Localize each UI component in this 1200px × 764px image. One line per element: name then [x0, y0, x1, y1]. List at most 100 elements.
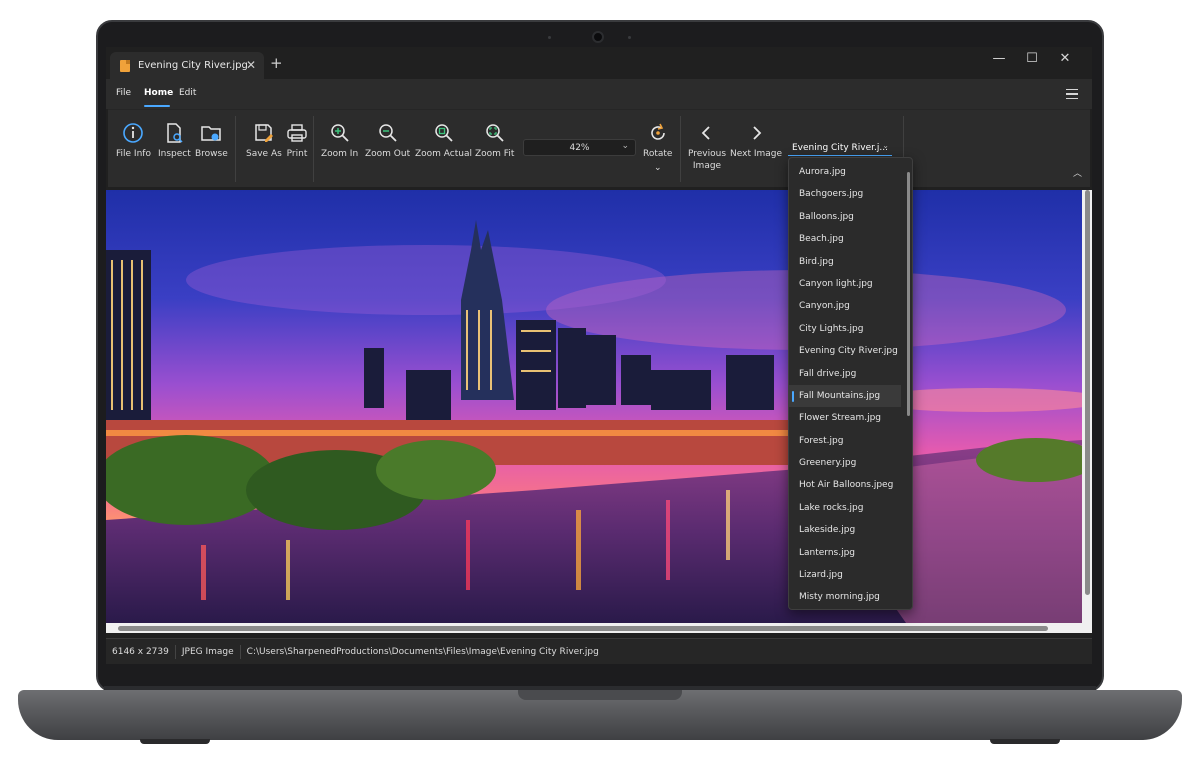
dropdown-item[interactable]: Lakeside.jpg [789, 519, 901, 541]
zoom-actual-button[interactable]: Zoom Actual [415, 120, 472, 160]
title-bar: Evening City River.jpg ✕ + — ☐ ✕ [106, 47, 1092, 79]
zoom-fit-label: Zoom Fit [475, 149, 515, 159]
dropdown-item[interactable]: Hot Air Balloons.jpeg [789, 474, 901, 496]
active-menu-indicator [144, 105, 170, 107]
rotate-icon [645, 120, 671, 146]
file-dropdown-list[interactable]: Aurora.jpg Bachgoers.jpg Balloons.jpg Beach… [788, 157, 913, 610]
zoom-actual-icon [431, 120, 457, 146]
vertical-scrollbar[interactable] [1082, 190, 1092, 633]
dropdown-item[interactable]: Lizard.jpg [789, 564, 901, 586]
zoom-actual-label: Zoom Actual [415, 149, 473, 159]
print-button[interactable]: Print [284, 120, 310, 160]
dropdown-item[interactable]: Lake rocks.jpg [789, 497, 901, 519]
dropdown-item[interactable]: Bachgoers.jpg [789, 183, 901, 205]
zoom-in-button[interactable]: Zoom In [321, 120, 358, 160]
dropdown-item[interactable]: Misty morning.jpg [789, 586, 901, 608]
dropdown-item[interactable]: Canyon.jpg [789, 295, 901, 317]
dropdown-item[interactable]: Fall drive.jpg [789, 363, 901, 385]
dropdown-item[interactable]: Canyon light.jpg [789, 273, 901, 295]
dropdown-item[interactable]: Fall Mountains.jpg [789, 384, 901, 408]
close-tab-icon[interactable]: ✕ [246, 58, 256, 72]
dropdown-item[interactable]: Forest.jpg [789, 430, 901, 452]
image-dimensions: 6146 x 2739 [106, 644, 176, 659]
menu-file[interactable]: File [116, 88, 131, 98]
inspect-document-icon [161, 120, 187, 146]
dropdown-item[interactable]: Greenery.jpg [789, 452, 901, 474]
next-image-label: Next Image [730, 149, 783, 159]
dropdown-item[interactable]: Balloons.jpg [789, 206, 901, 228]
print-label: Print [286, 149, 308, 159]
menu-home[interactable]: Home [144, 88, 173, 98]
printer-icon [284, 120, 310, 146]
dropdown-item[interactable]: Evening City River.jpg [789, 340, 901, 362]
collapse-ribbon-icon[interactable]: ︿ [1073, 166, 1082, 179]
dropdown-item[interactable]: City Lights.jpg [789, 318, 901, 340]
zoom-out-button[interactable]: Zoom Out [365, 120, 410, 160]
zoom-out-label: Zoom Out [365, 149, 411, 159]
browse-label: Browse [195, 149, 228, 159]
menu-edit[interactable]: Edit [179, 88, 196, 98]
dropdown-item[interactable]: Beach.jpg [789, 228, 901, 250]
zoom-in-icon [327, 120, 353, 146]
rotate-button[interactable]: Rotate ⌄ [643, 120, 672, 174]
minimize-button[interactable]: — [984, 51, 1014, 66]
laptop-foot-right [990, 739, 1060, 744]
save-as-button[interactable]: Save As [246, 120, 282, 160]
ribbon-toolbar: File Info Inspect Browse Save As Print Z… [108, 109, 1090, 187]
image-canvas[interactable] [106, 190, 1092, 633]
file-info-label: File Info [116, 149, 151, 159]
rotate-label: Rotate [643, 149, 673, 159]
horizontal-scroll-thumb[interactable] [118, 626, 1048, 631]
camera-sensor [628, 36, 631, 39]
previous-image-button[interactable]: Previous Image [687, 120, 727, 172]
next-image-button[interactable]: Next Image [730, 120, 782, 160]
close-window-button[interactable]: ✕ [1050, 51, 1080, 66]
hamburger-menu-icon[interactable] [1066, 89, 1078, 99]
image-file-select[interactable]: Evening City River.j... ⌄ [788, 140, 892, 156]
new-tab-button[interactable]: + [270, 54, 283, 72]
folder-browse-icon [198, 120, 224, 146]
zoom-level-value: 42% [569, 142, 590, 153]
vertical-scroll-thumb[interactable] [1085, 190, 1090, 595]
zoom-out-icon [375, 120, 401, 146]
image-file-icon [120, 59, 130, 72]
document-tab[interactable]: Evening City River.jpg ✕ [110, 52, 264, 79]
menu-bar: File Home Edit [106, 79, 1092, 109]
maximize-button[interactable]: ☐ [1017, 51, 1047, 66]
zoom-level-select[interactable]: 42% ⌄ [523, 139, 636, 156]
file-list: Aurora.jpg Bachgoers.jpg Balloons.jpg Beach… [789, 161, 901, 609]
rotate-options-chevron-icon[interactable]: ⌄ [654, 162, 662, 174]
chevron-right-icon [743, 120, 769, 146]
inspect-button[interactable]: Inspect [158, 120, 191, 160]
save-as-icon [251, 120, 277, 146]
ribbon-separator [313, 116, 314, 182]
zoom-in-label: Zoom In [321, 149, 359, 159]
file-path: C:\Users\SharpenedProductions\Documents\… [246, 646, 599, 657]
inspect-label: Inspect [158, 149, 191, 159]
chevron-down-icon: ⌄ [621, 141, 629, 151]
chevron-down-icon: ⌄ [882, 141, 889, 150]
selected-file-value: Evening City River.j... [792, 142, 888, 153]
zoom-fit-button[interactable]: Zoom Fit [475, 120, 514, 160]
app-window: Evening City River.jpg ✕ + — ☐ ✕ File Ho… [106, 47, 1092, 664]
ribbon-separator [680, 116, 681, 182]
dropdown-item[interactable]: Lanterns.jpg [789, 542, 901, 564]
zoom-fit-icon [482, 120, 508, 146]
dropdown-scroll-thumb[interactable] [907, 172, 910, 416]
chevron-left-icon [694, 120, 720, 146]
tab-title: Evening City River.jpg [138, 60, 248, 71]
save-as-label: Save As [246, 149, 282, 159]
camera-indicator [548, 36, 551, 39]
previous-image-label: Previous Image [687, 149, 727, 171]
browse-button[interactable]: Browse [195, 120, 228, 160]
image-type: JPEG Image [176, 644, 241, 659]
status-bar: 6146 x 2739 JPEG Image C:\Users\Sharpene… [106, 638, 1092, 664]
webcam [592, 31, 604, 43]
dropdown-item[interactable]: Flower Stream.jpg [789, 407, 901, 429]
laptop-foot-left [140, 739, 210, 744]
horizontal-scrollbar[interactable] [106, 623, 1082, 633]
ribbon-separator [235, 116, 236, 182]
dropdown-item[interactable]: Bird.jpg [789, 251, 901, 273]
file-info-button[interactable]: File Info [116, 120, 151, 160]
dropdown-item[interactable]: Aurora.jpg [789, 161, 901, 183]
